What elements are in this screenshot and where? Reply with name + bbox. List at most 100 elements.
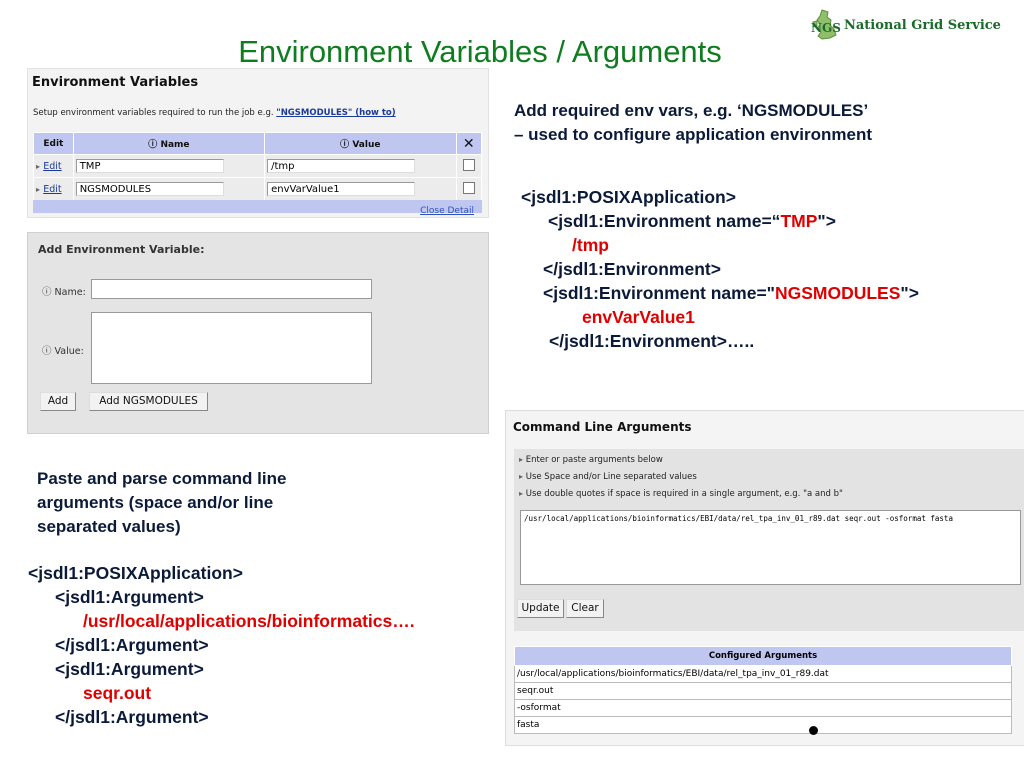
code-line: </jsdl1:Argument> xyxy=(55,635,209,655)
cmd-input-area: ▸ Enter or paste arguments below ▸ Use S… xyxy=(514,449,1024,631)
arrow-icon: ▸ xyxy=(519,455,524,464)
args-note-line3: separated values) xyxy=(37,517,181,536)
update-button[interactable]: Update xyxy=(517,599,564,618)
add-button[interactable]: Add xyxy=(40,392,76,411)
code-line: <jsdl1:Environment name=“TMP"> xyxy=(521,209,919,233)
arrow-icon: ▸ xyxy=(519,472,524,481)
info-icon: ⓘ xyxy=(148,140,158,150)
logo-text: National Grid Service xyxy=(844,17,1001,33)
args-note-line1: Paste and parse command line xyxy=(37,469,287,488)
uk-map-icon: NGS xyxy=(811,9,841,40)
cmd-panel-heading: Command Line Arguments xyxy=(513,420,692,434)
code-text: <jsdl1:Environment name=“ xyxy=(548,211,781,231)
environment-variables-panel: Environment Variables Setup environment … xyxy=(27,68,489,218)
instruction-text: Use Space and/or Line separated values xyxy=(525,472,697,482)
row-checkbox[interactable] xyxy=(462,181,475,194)
howto-link[interactable]: "NGSMODULES" (how to) xyxy=(276,108,395,118)
table-row: /usr/local/applications/bioinformatics/E… xyxy=(514,665,1012,683)
env-note-line1: Add required env vars, e.g. ‘NGSMODULES’ xyxy=(514,101,869,120)
close-detail-link[interactable]: Close Detail xyxy=(420,206,474,216)
env-description-text: Setup environment variables required to … xyxy=(33,108,274,118)
row-checkbox[interactable] xyxy=(462,158,475,171)
edit-link[interactable]: Edit xyxy=(43,184,61,195)
info-icon: ⓘ xyxy=(42,346,52,357)
env-jsdl-snippet: <jsdl1:POSIXApplication> <jsdl1:Environm… xyxy=(521,185,919,353)
table-row: ▸ Edit TMP /tmp xyxy=(33,154,483,178)
edit-cell: ▸ Edit xyxy=(33,154,74,178)
add-panel-heading: Add Environment Variable: xyxy=(38,243,205,256)
edit-cell: ▸ Edit xyxy=(33,177,74,201)
info-icon: ⓘ xyxy=(42,287,52,298)
argument-cell: seqr.out xyxy=(514,682,1012,700)
value-cell: /tmp xyxy=(264,154,457,178)
code-line: </jsdl1:Environment> xyxy=(543,259,721,279)
code-line: </jsdl1:Argument> xyxy=(55,707,209,727)
add-environment-variable-panel: Add Environment Variable: ⓘ Name: ⓘ Valu… xyxy=(27,232,489,434)
mouse-cursor-dot xyxy=(809,726,818,735)
value-field[interactable]: /tmp xyxy=(267,159,416,173)
delete-icon[interactable]: ✕ xyxy=(455,132,483,155)
select-cell xyxy=(455,177,483,201)
env-description: Setup environment variables required to … xyxy=(33,108,396,118)
col-name-header[interactable]: ⓘ Name xyxy=(72,132,266,155)
code-text: <jsdl1:Environment name=" xyxy=(543,283,775,303)
env-note-line2: – used to configure application environm… xyxy=(514,125,872,144)
instruction-text: Use double quotes if space is required i… xyxy=(525,489,843,499)
code-text: "> xyxy=(817,211,836,231)
name-label: ⓘ Name: xyxy=(42,284,86,298)
expand-icon[interactable]: ▸ xyxy=(36,162,40,171)
edit-link[interactable]: Edit xyxy=(43,161,61,172)
table-row: ▸ Edit NGSMODULES envVarValue1 xyxy=(33,177,483,201)
instruction-bullet: ▸ Enter or paste arguments below xyxy=(519,455,663,465)
code-line: envVarValue1 xyxy=(582,307,695,327)
code-line: seqr.out xyxy=(83,683,152,703)
code-line: <jsdl1:POSIXApplication> xyxy=(28,563,243,583)
env-vars-table: Edit ⓘ Name ⓘ Value ✕ ▸ Edit TMP /tmp ▸ … xyxy=(33,132,483,201)
code-line: <jsdl1:POSIXApplication> xyxy=(521,187,736,207)
table-row: -osformat xyxy=(514,699,1012,717)
clear-button[interactable]: Clear xyxy=(566,599,604,618)
args-jsdl-snippet: <jsdl1:POSIXApplication> <jsdl1:Argument… xyxy=(28,561,415,729)
add-ngsmodules-button[interactable]: Add NGSMODULES xyxy=(89,392,208,411)
expand-icon[interactable]: ▸ xyxy=(36,185,40,194)
code-line: </jsdl1:Environment>….. xyxy=(549,331,755,351)
close-detail-bar: Close Detail xyxy=(33,200,482,216)
code-highlight: TMP xyxy=(780,211,818,231)
name-field[interactable]: TMP xyxy=(75,159,224,173)
value-field[interactable]: envVarValue1 xyxy=(267,182,416,196)
col-edit-header: Edit xyxy=(33,132,74,155)
table-row: fasta xyxy=(514,716,1012,734)
argument-cell: -osformat xyxy=(514,699,1012,717)
info-icon: ⓘ xyxy=(340,140,350,150)
code-line: /tmp xyxy=(572,235,609,255)
arguments-textarea[interactable]: /usr/local/applications/bioinformatics/E… xyxy=(520,510,1021,585)
args-note: Paste and parse command line arguments (… xyxy=(37,467,286,539)
command-line-arguments-panel: Command Line Arguments ▸ Enter or paste … xyxy=(505,410,1024,746)
code-line: /usr/local/applications/bioinformatics…. xyxy=(83,611,415,631)
value-label: ⓘ Value: xyxy=(42,343,84,357)
table-row: seqr.out xyxy=(514,682,1012,700)
code-line: <jsdl1:Environment name="NGSMODULES"> xyxy=(521,281,919,305)
code-text: "> xyxy=(900,283,919,303)
instruction-bullet: ▸ Use Space and/or Line separated values xyxy=(519,472,697,482)
env-note: Add required env vars, e.g. ‘NGSMODULES’… xyxy=(514,99,872,147)
name-cell: NGSMODULES xyxy=(72,177,266,201)
code-line: <jsdl1:Argument> xyxy=(55,659,204,679)
value-textarea[interactable] xyxy=(91,312,372,384)
name-label-text: Name: xyxy=(54,287,86,298)
col-value-header[interactable]: ⓘ Value xyxy=(264,132,457,155)
name-cell: TMP xyxy=(72,154,266,178)
instruction-bullet: ▸ Use double quotes if space is required… xyxy=(519,489,843,499)
value-label-text: Value: xyxy=(54,346,84,357)
value-cell: envVarValue1 xyxy=(264,177,457,201)
instruction-text: Enter or paste arguments below xyxy=(525,455,663,465)
name-input[interactable] xyxy=(91,279,372,299)
arrow-icon: ▸ xyxy=(519,489,524,498)
argument-cell: /usr/local/applications/bioinformatics/E… xyxy=(514,665,1012,683)
args-note-line2: arguments (space and/or line xyxy=(37,493,274,512)
logo-mark: NGS xyxy=(811,21,841,35)
configured-header: Configured Arguments xyxy=(514,646,1012,666)
code-line: <jsdl1:Argument> xyxy=(55,587,204,607)
name-field[interactable]: NGSMODULES xyxy=(75,182,224,196)
code-highlight: NGSMODULES xyxy=(774,283,901,303)
